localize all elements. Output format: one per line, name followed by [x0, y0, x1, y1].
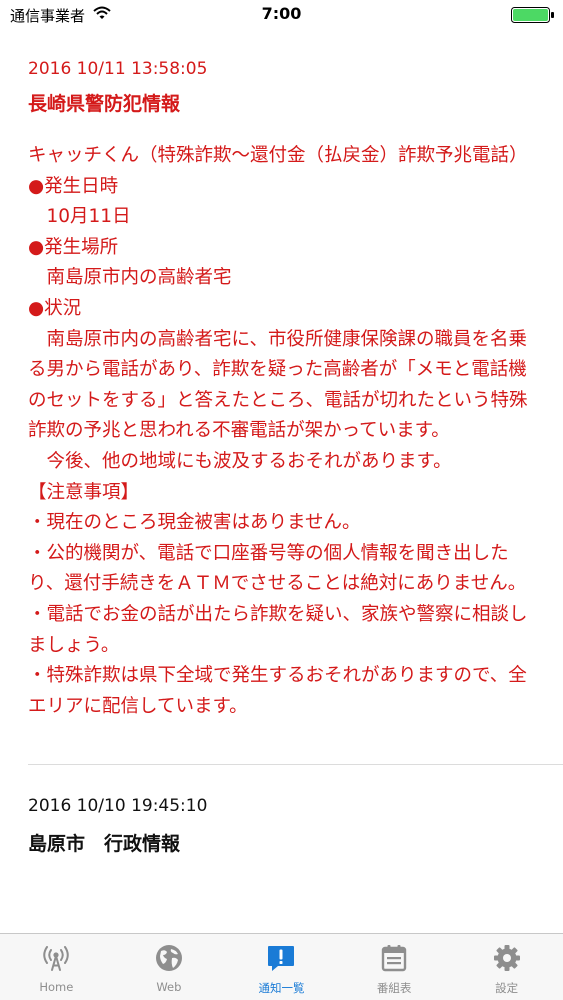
notice-timestamp: 2016 10/11 13:58:05	[28, 59, 208, 79]
tab-label: Home	[39, 980, 74, 994]
battery-icon	[511, 7, 554, 23]
tab-settings[interactable]: 設定	[450, 934, 563, 1000]
notice-title: 長崎県警防犯情報	[28, 93, 181, 115]
status-clock: 7:00	[261, 4, 302, 23]
tab-schedule[interactable]: 番組表	[338, 934, 451, 1000]
tab-bar: Home Web 通知一覧 番組表 設定	[0, 933, 563, 1000]
calendar-icon	[381, 945, 407, 972]
gear-icon	[493, 945, 520, 971]
status-bar: 通信事業者 7:00	[0, 0, 563, 30]
notification-list[interactable]: 2016 10/11 13:58:05 長崎県警防犯情報 キャッチくん（特殊詐欺…	[0, 30, 563, 933]
list-item[interactable]: 2016 10/10 19:45:10 島原市 行政情報	[0, 765, 563, 857]
broadcast-icon	[43, 946, 70, 971]
screen: 通信事業者 7:00 2016 10/11 13:58:05 長崎県警防犯情報 …	[0, 0, 563, 1000]
tab-web[interactable]: Web	[113, 934, 226, 1000]
notice-body: キャッチくん（特殊詐欺〜還付金（払戻金）詐欺予兆電話）●発生日時 10月11日 …	[28, 145, 528, 717]
tab-label: 設定	[495, 981, 519, 995]
globe-icon	[155, 945, 182, 971]
notice-timestamp: 2016 10/10 19:45:10	[28, 796, 208, 817]
tab-notifications[interactable]: 通知一覧	[225, 934, 338, 1000]
tab-home[interactable]: Home	[0, 934, 113, 1000]
notice-title: 島原市 行政情報	[28, 833, 181, 856]
tab-label: Web	[156, 980, 182, 994]
tab-label: 番組表	[376, 981, 412, 995]
tab-label: 通知一覧	[258, 981, 305, 995]
list-item[interactable]: 2016 10/11 13:58:05 長崎県警防犯情報 キャッチくん（特殊詐欺…	[0, 30, 563, 722]
alert-bubble-icon	[268, 946, 295, 971]
